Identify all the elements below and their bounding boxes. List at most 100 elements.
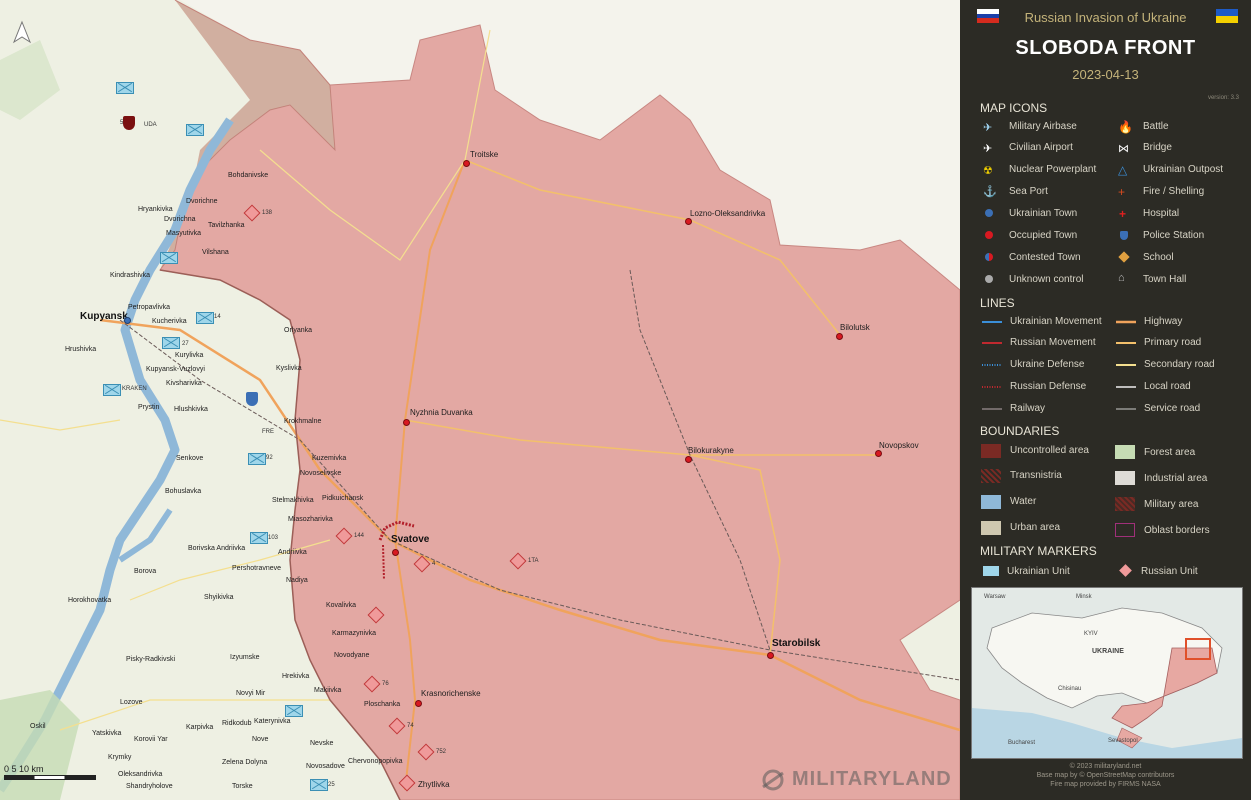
town-label: Yatskivka — [92, 730, 122, 737]
town-label: Bohdanivske — [228, 172, 269, 179]
section-boundaries: BOUNDARIES — [980, 424, 1060, 438]
town-marker — [415, 700, 422, 707]
town-label: Oleksandrivka — [118, 771, 163, 778]
water-swatch — [981, 495, 1001, 509]
footer-copyright: © 2023 militaryland.net — [1069, 763, 1142, 770]
forest-area-swatch — [1115, 445, 1135, 459]
inset-label-chisinau: Chisinau — [1058, 686, 1082, 692]
town-label: Miasozharivka — [288, 516, 333, 523]
ukrainian-unit-marker[interactable] — [116, 82, 134, 94]
town-marker — [124, 317, 131, 324]
legend-nuclear-powerplant: Nuclear Powerplant — [1009, 164, 1097, 175]
military-airbase-icon: ✈ — [983, 122, 993, 134]
legend-military-airbase: Military Airbase — [1009, 121, 1077, 132]
town-label: Novyi Mir — [236, 690, 266, 697]
legend-police-station: Police Station — [1143, 230, 1205, 241]
town-label: Hrushivka — [65, 346, 97, 353]
town-label: Kuzemivka — [312, 455, 347, 462]
town-label: Prystin — [138, 404, 160, 411]
legend-sea-port: Sea Port — [1009, 186, 1048, 197]
hospital-icon: + — [1119, 207, 1127, 221]
footer: © 2023 militaryland.net Base map by © Op… — [960, 762, 1251, 789]
town-marker — [875, 450, 882, 457]
map-canvas[interactable]: Kupyansk Svatove Starobilsk Troitske Loz… — [0, 0, 960, 800]
town-label: Pershotravneve — [232, 565, 282, 572]
town-label: Tavilzhanka — [208, 222, 245, 229]
scale-bar — [4, 775, 96, 780]
police-station-icon — [1120, 231, 1128, 240]
unit-tag: FRE — [262, 429, 274, 435]
ukrainian-unit-marker[interactable] — [186, 124, 204, 136]
ukrainian-unit-marker[interactable] — [162, 337, 180, 349]
town-marker — [392, 549, 399, 556]
town-label: Horokhovatka — [68, 597, 112, 604]
town-label: Kivsharivka — [166, 380, 202, 387]
town-label: Kurylivka — [175, 352, 204, 359]
inset-label-kyiv: KYIV — [1084, 631, 1098, 637]
legend-uncontrolled-area: Uncontrolled area — [1010, 445, 1089, 456]
ukrainian-unit-marker[interactable] — [285, 705, 303, 717]
legend-ukrainian-movement: Ukrainian Movement — [1010, 316, 1102, 327]
inset-overview-map[interactable]: Warsaw KYIV UKRAINE Bucharest Sevastopol… — [971, 587, 1243, 759]
town-label: Katerynivka — [254, 718, 291, 725]
uncontrolled-area-swatch — [981, 444, 1001, 458]
town-marker — [767, 652, 774, 659]
urban-area-swatch — [981, 521, 1001, 535]
ukrainian-unit-marker[interactable] — [248, 453, 266, 465]
legend-unknown-control: Unknown control — [1009, 274, 1084, 285]
town-label: Kyslivka — [276, 365, 302, 372]
unit-number: 76 — [382, 681, 389, 687]
legend-occupied-town: Occupied Town — [1009, 230, 1078, 241]
bridge-icon: ⋈ — [1118, 143, 1129, 155]
legend-russian-movement: Russian Movement — [1010, 337, 1096, 348]
map-base-layer — [0, 0, 960, 800]
ukrainian-unit-marker[interactable] — [250, 532, 268, 544]
legend-civilian-airport: Civilian Airport — [1009, 142, 1073, 153]
ukrainian-unit-marker[interactable] — [160, 252, 178, 264]
inset-label-sevastopol: Sevastopol — [1108, 738, 1138, 744]
town-marker — [403, 419, 410, 426]
town-label: Chervonopopivka — [348, 758, 403, 765]
unit-tag: KRAKEN — [122, 386, 147, 392]
town-label: Borivska Andriivka — [188, 545, 246, 552]
unit-number: 27 — [182, 341, 189, 347]
legend-primary-road: Primary road — [1144, 337, 1202, 348]
logo-mark-icon — [762, 769, 784, 791]
town-label: Dvorichna — [164, 216, 196, 223]
town-marker — [463, 160, 470, 167]
scale-label: 0 5 10 km — [4, 764, 44, 774]
ukrainian-trident-icon — [246, 392, 258, 406]
town-label: Ridkodub — [222, 720, 252, 727]
town-label: Nove — [252, 736, 269, 743]
nuclear-powerplant-icon: ☢ — [983, 165, 993, 177]
sea-port-icon: ⚓ — [983, 186, 997, 198]
town-label: Ploschanka — [364, 701, 401, 708]
legend-town-hall: Town Hall — [1143, 274, 1187, 285]
town-label: Novodyane — [334, 652, 370, 659]
ukrainian-unit-marker[interactable] — [103, 384, 121, 396]
town-marker — [685, 456, 692, 463]
ukrainian-unit-marker[interactable] — [310, 779, 328, 791]
unit-number: 92 — [266, 455, 273, 461]
town-label: Stelmakhivka — [272, 497, 314, 504]
town-krasnorichenske: Krasnorichenske — [421, 689, 481, 698]
ukrainian-unit-marker[interactable] — [196, 312, 214, 324]
town-novopskov: Novopskov — [879, 441, 919, 450]
town-label: Makiivka — [314, 687, 342, 694]
unit-number: 138 — [262, 210, 273, 216]
legend-transnistria: Transnistria — [1010, 470, 1062, 481]
legend-service-road: Service road — [1144, 403, 1201, 414]
unit-number: 14 — [214, 314, 221, 320]
section-map-icons: MAP ICONS — [980, 101, 1048, 115]
inset-map-shapes — [972, 588, 1242, 758]
legend-russian-defense: Russian Defense — [1010, 381, 1087, 392]
town-label: Nevske — [310, 740, 334, 747]
unknown-control-icon — [985, 275, 993, 283]
legend-water: Water — [1010, 496, 1037, 507]
logo-text: MILITARYLAND — [792, 768, 952, 790]
town-marker — [685, 218, 692, 225]
map-page: Kupyansk Svatove Starobilsk Troitske Loz… — [0, 0, 1251, 800]
town-label: Andriivka — [278, 549, 307, 556]
town-label: Torske — [232, 783, 253, 790]
legend-hospital: Hospital — [1143, 208, 1180, 219]
